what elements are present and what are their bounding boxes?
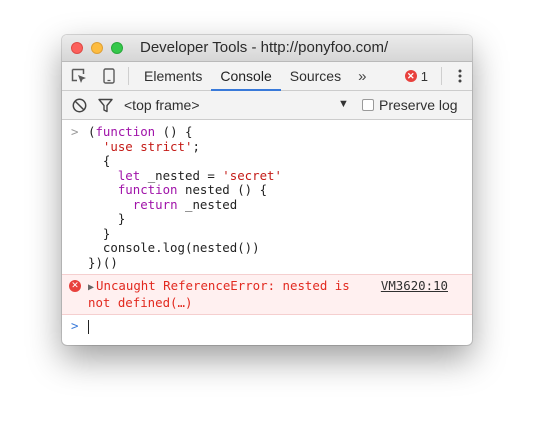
- chevron-down-icon[interactable]: ▼: [338, 98, 349, 110]
- minimize-window-button[interactable]: [91, 42, 103, 54]
- preserve-log-toggle[interactable]: Preserve log: [362, 91, 458, 119]
- code-block: (function () { 'use strict'; { let _nest…: [88, 124, 464, 271]
- text-cursor: [88, 319, 89, 334]
- preserve-log-checkbox[interactable]: [362, 99, 374, 111]
- tab-sources[interactable]: Sources: [281, 62, 350, 90]
- code-token: function: [117, 182, 178, 197]
- code-line: {: [88, 153, 464, 169]
- code-line: }: [88, 211, 464, 227]
- code-line: return _nested: [88, 196, 464, 213]
- code-token: })(): [88, 254, 118, 270]
- title-bar: Developer Tools - http://ponyfoo.com/: [62, 35, 472, 62]
- code-line: })(): [88, 254, 464, 271]
- code-line: (function () {: [88, 124, 464, 140]
- console-input-entry: > (function () { 'use strict'; { let _ne…: [62, 120, 472, 274]
- error-count: 1: [420, 68, 428, 84]
- code-token: _nested: [177, 196, 238, 212]
- code-token: }: [88, 225, 111, 241]
- source-link[interactable]: VM3620:10: [381, 278, 448, 294]
- window-title: Developer Tools - http://ponyfoo.com/: [140, 39, 389, 56]
- code-line: 'use strict';: [88, 138, 464, 155]
- more-tabs-button[interactable]: »: [350, 68, 374, 85]
- code-token: () {: [155, 124, 193, 139]
- panel-tab-bar: Elements Console Sources » ✕ 1: [62, 62, 472, 91]
- code-token: {: [88, 153, 111, 168]
- code-line: console.log(nested()): [88, 240, 464, 256]
- error-message: Uncaught ReferenceError: nested is: [96, 278, 350, 293]
- error-icon: ✕: [69, 280, 81, 292]
- console-prompt[interactable]: >: [62, 315, 472, 339]
- code-line: function nested () {: [88, 182, 464, 198]
- code-token: let: [117, 167, 141, 183]
- code-token: }: [88, 211, 126, 226]
- code-token: _nested =: [140, 167, 223, 183]
- code-token: console.log(nested()): [88, 240, 260, 255]
- error-line-2: not defined(…): [88, 294, 193, 310]
- code-line: }: [88, 225, 464, 242]
- tab-elements[interactable]: Elements: [135, 62, 211, 90]
- code-token: 'secret': [222, 167, 282, 183]
- code-token: ;: [192, 138, 200, 154]
- toolbar-divider: [441, 67, 442, 85]
- console-error-entry: ✕ ▶ Uncaught ReferenceError: nested is no…: [62, 274, 472, 315]
- filter-icon[interactable]: [94, 91, 116, 119]
- kebab-menu-icon[interactable]: [458, 62, 462, 90]
- error-circle-icon: ✕: [404, 70, 417, 82]
- expand-triangle-icon[interactable]: ▶: [88, 282, 94, 293]
- device-toggle-icon[interactable]: [94, 62, 124, 90]
- code-line: let _nested = 'secret': [88, 167, 464, 184]
- chevron-right-icon: >: [71, 124, 79, 139]
- console-output[interactable]: > (function () { 'use strict'; { let _ne…: [62, 120, 472, 339]
- prompt-chevron-icon: >: [71, 318, 79, 333]
- error-count-badge[interactable]: ✕ 1: [404, 62, 428, 90]
- select-element-icon[interactable]: [64, 62, 94, 90]
- frame-selector[interactable]: <top frame>: [124, 97, 200, 113]
- close-window-button[interactable]: [71, 42, 83, 54]
- code-token: nested () {: [177, 182, 268, 197]
- window-controls: [71, 42, 131, 54]
- devtools-window: Developer Tools - http://ponyfoo.com/ El…: [62, 35, 472, 345]
- code-token: function: [95, 124, 156, 139]
- tab-console[interactable]: Console: [211, 62, 282, 91]
- code-token: 'use strict': [102, 138, 193, 154]
- code-token: return: [132, 196, 178, 212]
- console-toolbar: <top frame> ▼ Preserve log: [62, 91, 472, 120]
- toolbar-divider: [128, 67, 129, 85]
- clear-console-icon[interactable]: [64, 91, 94, 119]
- preserve-log-label: Preserve log: [379, 97, 458, 113]
- maximize-window-button[interactable]: [111, 42, 123, 54]
